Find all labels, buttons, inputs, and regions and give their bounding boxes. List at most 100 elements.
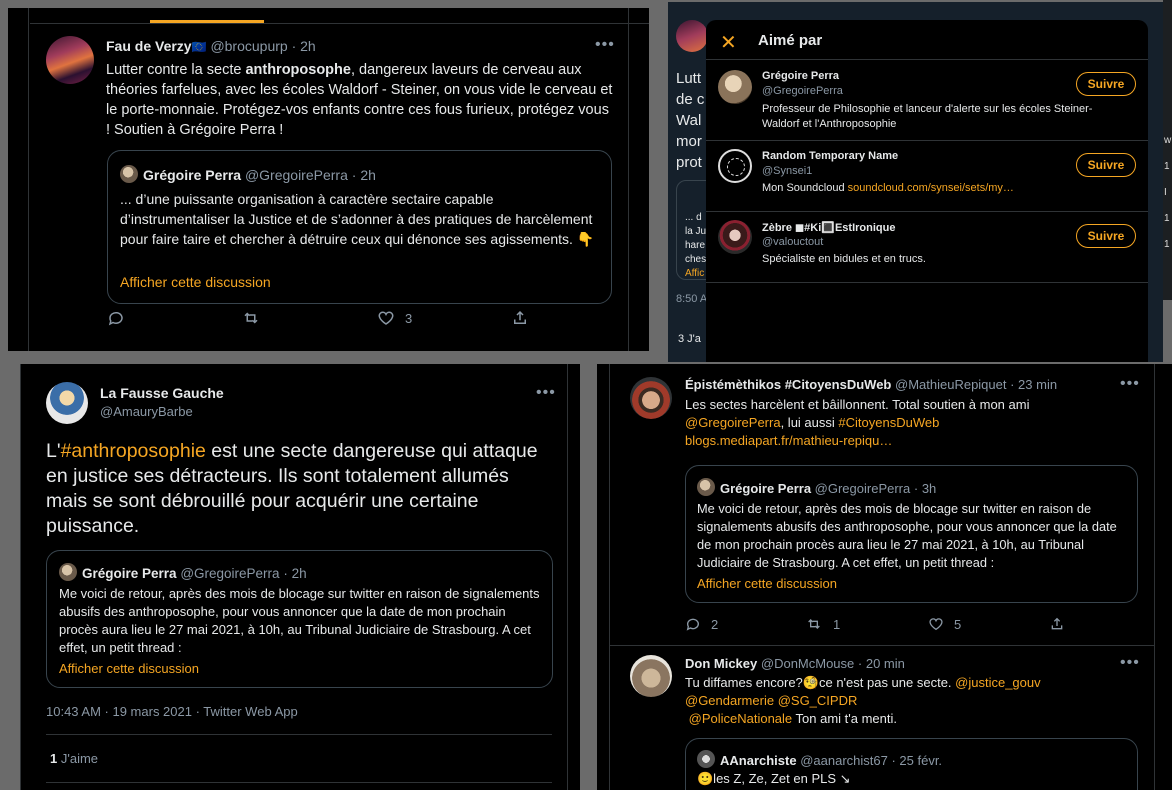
retweet-icon[interactable]	[241, 309, 261, 327]
quoted-tweet[interactable]: Grégoire Perra @GregoirePerra · 3h Me vo…	[685, 465, 1138, 603]
avatar[interactable]	[718, 149, 752, 183]
follow-button[interactable]: Suivre	[1076, 224, 1136, 248]
follow-button[interactable]: Suivre	[1076, 72, 1136, 96]
tweet-text: Lutter contre la secte anthroposophe, da…	[106, 62, 613, 138]
author-name[interactable]: Don Mickey	[685, 656, 757, 671]
avatar[interactable]	[46, 382, 88, 424]
quote-handle: @GregoirePerra	[244, 167, 348, 183]
quote-text: Me voici de retour, après des mois de bl…	[59, 586, 540, 655]
tweet-text: Les sectes harcèlent et bâillonnent. Tot…	[685, 396, 1085, 450]
follow-button[interactable]: Suivre	[1076, 153, 1136, 177]
author-handle[interactable]: @DonMcMouse	[761, 656, 854, 671]
show-thread-link[interactable]: Afficher cette discussion	[697, 576, 837, 591]
like-count: 5	[954, 616, 962, 632]
liked-by-window: Lutt de c Wal mor prot ... d la Ju hare ches Aff…	[668, 2, 1163, 362]
more-options-icon[interactable]: •••	[1120, 375, 1140, 393]
avatar[interactable]	[46, 36, 94, 84]
tweet-window-fausse-gauche: La Fausse Gauche @AmauryBarbe ••• L'#ant…	[20, 364, 580, 790]
user-row[interactable]: Random Temporary Name @Synsei1 Mon Sound…	[706, 141, 1148, 211]
user-handle: @Synsei1	[762, 165, 813, 177]
external-link[interactable]: blogs.mediapart.fr/mathieu-repiqu…	[685, 432, 1085, 450]
show-thread-link[interactable]: Afficher cette discussion	[120, 274, 271, 290]
retweet-icon	[808, 619, 820, 629]
column-border-right	[628, 8, 629, 351]
quote-handle: @GregoirePerra	[180, 566, 280, 581]
tweet-time[interactable]: · 2h	[292, 38, 316, 54]
user-handle: @GregoirePerra	[762, 85, 843, 97]
like-button[interactable]: 3	[377, 309, 412, 327]
more-options-icon[interactable]: •••	[1120, 654, 1140, 672]
tweet-actions: 2 1 5	[685, 614, 1065, 634]
reply-tweet[interactable]: Épistémèthikos #CitoyensDuWeb @MathieuRe…	[597, 364, 1172, 644]
quoted-tweet[interactable]: AAnarchiste @aanarchist67 · 25 févr. 🙂le…	[685, 738, 1138, 790]
tweet-timestamp[interactable]: 10:43 AM · 19 mars 2021 · Twitter Web Ap…	[46, 704, 298, 719]
share-icon[interactable]	[1049, 616, 1065, 632]
tweet-header: Don Mickey @DonMcMouse · 20 min	[685, 656, 905, 671]
show-thread-link[interactable]: Afficher cette discussion	[59, 661, 199, 676]
user-name[interactable]: Zèbre ◼#Ki🔳EstIronique	[762, 221, 895, 234]
close-icon[interactable]: ✕	[720, 30, 737, 55]
reply-count: 2	[711, 616, 719, 632]
quote-author: AAnarchiste	[720, 753, 797, 768]
user-bio: Mon Soundcloud soundcloud.com/synsei/set…	[762, 182, 1014, 194]
highlight-word: anthroposophe	[245, 62, 351, 78]
tweet-time[interactable]: · 23 min	[1010, 377, 1057, 392]
hashtag-link[interactable]: #CitoyensDuWeb	[838, 415, 939, 430]
user-row[interactable]: Zèbre ◼#Ki🔳EstIronique @valouctout Spéci…	[706, 212, 1148, 282]
quote-handle: @aanarchist67	[800, 753, 888, 768]
retweet-button[interactable]: 1	[805, 616, 840, 632]
reply-icon[interactable]	[107, 309, 125, 327]
quote-text: Me voici de retour, après des mois de bl…	[697, 501, 1117, 570]
background-window-strip: w1I11	[1163, 0, 1172, 300]
hashtag-link[interactable]: #anthroposophie	[61, 440, 206, 462]
avatar[interactable]	[718, 220, 752, 254]
mention-link[interactable]: @justice_gouv	[955, 675, 1040, 690]
quoted-tweet[interactable]: Grégoire Perra @GregoirePerra · 2h ... d…	[107, 150, 612, 304]
quote-handle: @GregoirePerra	[814, 481, 911, 496]
avatar[interactable]	[630, 377, 672, 419]
avatar[interactable]	[630, 655, 672, 697]
quote-time: · 25 févr.	[891, 753, 943, 768]
share-icon[interactable]	[511, 309, 529, 327]
avatar	[697, 750, 715, 768]
user-bio: Spécialiste en bidules et en trucs.	[762, 253, 926, 265]
avatar[interactable]	[718, 70, 752, 104]
quote-time: · 2h	[351, 167, 376, 183]
like-button[interactable]: 5	[928, 616, 961, 632]
like-count: 3	[405, 310, 413, 326]
author-name[interactable]: Épistémèthikos #CitoyensDuWeb	[685, 377, 891, 392]
author-name[interactable]: La Fausse Gauche	[100, 385, 224, 401]
reply-button[interactable]: 2	[685, 616, 718, 632]
column-border-right	[567, 364, 568, 790]
user-name[interactable]: Random Temporary Name	[762, 150, 898, 162]
more-options-icon[interactable]: •••	[595, 36, 615, 54]
quote-author: Grégoire Perra	[143, 167, 242, 183]
mention-link[interactable]: @Gendarmerie	[685, 693, 774, 708]
user-name[interactable]: Grégoire Perra	[762, 70, 839, 82]
column-border	[20, 364, 21, 790]
quoted-tweet[interactable]: Grégoire Perra @GregoirePerra · 2h Me vo…	[46, 550, 553, 688]
mention-link[interactable]: @GregoirePerra	[685, 415, 781, 430]
avatar	[676, 20, 708, 52]
mention-link[interactable]: @PoliceNationale	[689, 711, 793, 726]
author-handle[interactable]: @brocupurp	[210, 38, 287, 54]
retweet-count: 1	[833, 616, 841, 632]
tweet-time[interactable]: · 20 min	[858, 656, 905, 671]
user-bio: Professeur de Philosophie et lanceur d'a…	[762, 103, 1093, 130]
soundcloud-link[interactable]: soundcloud.com/synsei/sets/my…	[848, 182, 1014, 194]
avatar	[120, 165, 138, 183]
likes-count: 1	[50, 751, 58, 766]
more-options-icon[interactable]: •••	[536, 384, 556, 402]
author-handle[interactable]: @MathieuRepiquet	[895, 377, 1006, 392]
author-name[interactable]: Fau de Verzy	[106, 38, 192, 54]
avatar	[697, 478, 715, 496]
reply-tweet[interactable]: Don Mickey @DonMcMouse · 20 min ••• Tu d…	[597, 646, 1172, 790]
background-tweet: Lutt de c Wal mor prot ... d la Ju hare ches Aff…	[668, 2, 716, 362]
mention-link[interactable]: @SG_CIPDR	[778, 693, 858, 708]
quote-text: 🙂les Z, Ze, Zet en PLS ↘	[697, 771, 851, 786]
reply-icon	[686, 618, 699, 631]
heart-icon	[378, 311, 394, 325]
likes-summary[interactable]: 1 J'aime	[50, 751, 98, 766]
user-row[interactable]: Grégoire Perra @GregoirePerra Professeur…	[706, 60, 1148, 140]
author-handle[interactable]: @AmauryBarbe	[100, 404, 193, 419]
